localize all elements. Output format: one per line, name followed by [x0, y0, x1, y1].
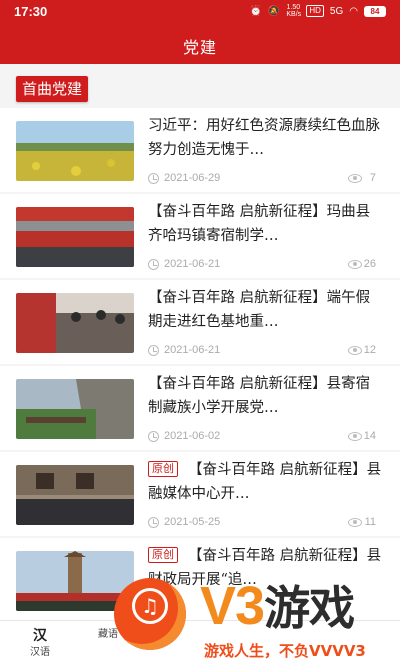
view-count: 7 [369, 172, 376, 184]
news-thumbnail [16, 465, 134, 525]
cave-image [16, 465, 134, 525]
news-meta: 2021-06-21 26 [148, 258, 376, 274]
status-icons: ⏰ 🔕 1.50 KB/s HD 5G ◠ 84 [249, 4, 386, 18]
original-badge: 原创 [148, 547, 178, 563]
news-title: 习近平：用好红色资源赓续红色血脉 努力创造无愧于… [148, 118, 380, 158]
news-date: 2021-05-25 [164, 516, 221, 528]
news-item[interactable]: 【奋斗百年路 启航新征程】端午假期走进红色基地重… 2021-06-21 12 [0, 280, 400, 364]
crowd-image [16, 207, 134, 267]
eye-icon [348, 346, 362, 355]
news-item[interactable]: 【奋斗百年路 启航新征程】玛曲县齐哈玛镇寄宿制学… 2021-06-21 26 [0, 194, 400, 278]
battery-icon: 84 [364, 5, 386, 17]
news-title: 原创 【奋斗百年路 启航新征程】县融媒体中心开… [148, 461, 382, 502]
view-count: 12 [363, 344, 376, 356]
view-count: 26 [363, 258, 376, 270]
view-count: 11 [364, 516, 376, 528]
app-header: 17:30 ⏰ 🔕 1.50 KB/s HD 5G ◠ 84 党建 [0, 0, 400, 64]
news-item[interactable]: 习近平：用好红色资源赓续红色血脉 努力创造无愧于… 2021-06-29 7 [0, 108, 400, 192]
visit-image [16, 293, 134, 353]
news-thumbnail [16, 121, 134, 181]
status-time: 17:30 [14, 4, 48, 19]
clock-icon [148, 345, 159, 356]
news-item[interactable]: 【奋斗百年路 启航新征程】县寄宿制藏族小学开展党… 2021-06-02 14 [0, 366, 400, 450]
news-meta: 2021-06-02 14 [148, 430, 376, 446]
music-note-icon: ♫ [132, 588, 168, 624]
status-bar: 17:30 ⏰ 🔕 1.50 KB/s HD 5G ◠ 84 [0, 0, 400, 22]
network-speed: 1.50 KB/s [286, 4, 302, 18]
news-date: 2021-06-02 [164, 430, 221, 442]
clock-icon [148, 259, 159, 270]
news-item[interactable]: 原创 【奋斗百年路 启航新征程】县融媒体中心开… 2021-05-25 11 [0, 452, 400, 536]
clock-icon [148, 431, 159, 442]
news-title: 【奋斗百年路 启航新征程】县寄宿制藏族小学开展党… [148, 376, 371, 416]
news-thumbnail [16, 293, 134, 353]
eye-icon [348, 518, 362, 527]
chinese-icon: 汉 [33, 628, 47, 644]
nav-label: 汉语 [30, 647, 50, 658]
signal-label: 5G [329, 5, 344, 17]
view-count: 14 [363, 430, 376, 442]
eye-icon [348, 174, 362, 183]
wifi-icon: ◠ [349, 5, 358, 17]
mute-icon: 🔕 [267, 5, 281, 17]
section-bar: 首曲党建 [0, 64, 400, 108]
nav-item-chinese[interactable]: 汉 汉语 [20, 627, 60, 661]
news-date: 2021-06-21 [164, 258, 221, 270]
hd-badge: HD [306, 5, 324, 17]
eye-icon [348, 432, 362, 441]
section-tag[interactable]: 首曲党建 [16, 76, 89, 102]
watermark-slogan: 游戏人生，不负VVVV3 [204, 642, 366, 660]
clock-icon [148, 173, 159, 184]
news-meta: 2021-05-25 11 [148, 516, 376, 532]
news-thumbnail [16, 207, 134, 267]
field-image [16, 121, 134, 181]
news-date: 2021-06-21 [164, 344, 221, 356]
news-title: 【奋斗百年路 启航新征程】玛曲县齐哈玛镇寄宿制学… [148, 204, 371, 244]
eye-icon [348, 260, 362, 269]
news-title: 【奋斗百年路 启航新征程】端午假期走进红色基地重… [148, 290, 371, 330]
news-date: 2021-06-29 [164, 172, 221, 184]
news-thumbnail [16, 379, 134, 439]
news-meta: 2021-06-29 7 [148, 172, 376, 188]
watermark-brand: V3游戏 [200, 576, 355, 636]
page-title: 党建 [182, 38, 217, 57]
clock-icon [148, 517, 159, 528]
cliff-image [16, 379, 134, 439]
news-meta: 2021-06-21 12 [148, 344, 376, 360]
alarm-icon: ⏰ [249, 5, 262, 17]
watermark: ♫ V3游戏 游戏人生，不负VVVV3 [108, 570, 400, 666]
original-badge: 原创 [148, 461, 178, 477]
